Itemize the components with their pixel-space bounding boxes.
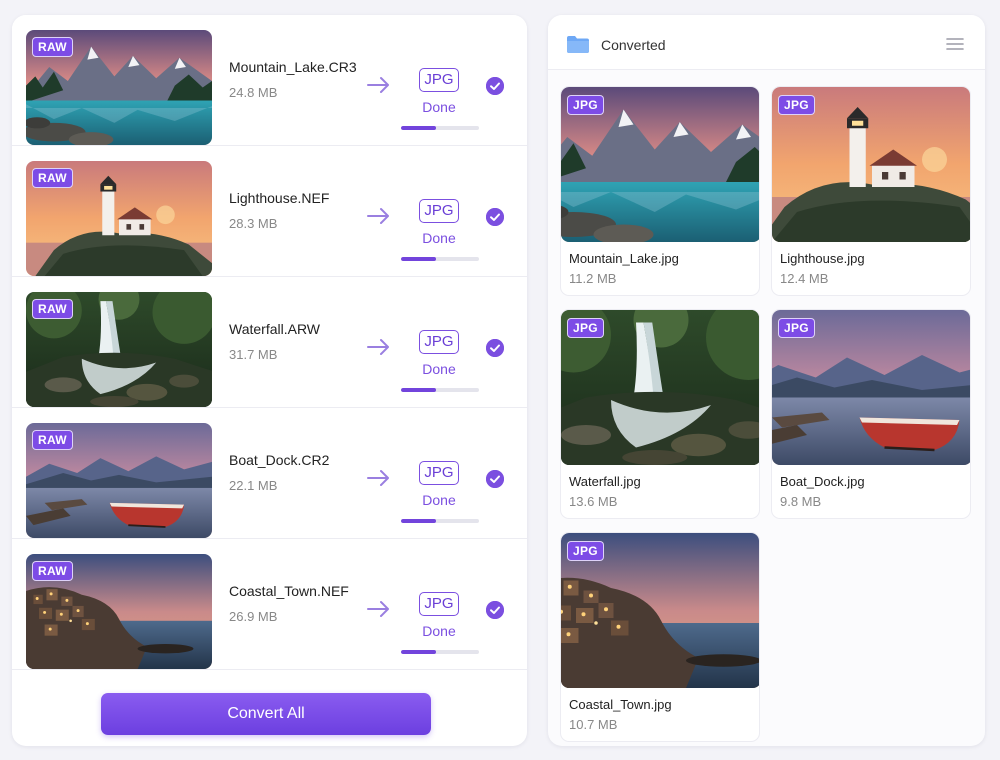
converted-card-boat-dock[interactable]: JPG Boat_Dock.jpg 9.8 MB [771,309,971,519]
arrow-right-icon [366,468,392,488]
converted-file-size: 10.7 MB [569,717,618,732]
check-circle-icon [486,470,504,488]
converted-file-size: 12.4 MB [780,271,829,286]
jpg-badge: JPG [567,95,604,115]
target-format-chip[interactable]: JPG [419,461,459,485]
arrow-right-icon [366,206,392,226]
convert-all-button[interactable]: Convert All [101,693,431,735]
raw-badge: RAW [32,430,73,450]
progress-bar [401,126,479,130]
jpg-badge: JPG [567,541,604,561]
converted-card-waterfall[interactable]: JPG Waterfall.jpg 13.6 MB [560,309,760,519]
source-file-name: Lighthouse.NEF [229,190,330,206]
source-thumbnail: RAW [26,292,212,407]
converted-panel: Converted JPG Mountain_Lake.jpg 11.2 MB … [548,15,985,746]
list-menu-icon[interactable] [946,37,964,51]
converted-file-name: Coastal_Town.jpg [569,697,672,712]
conversion-status: Done [422,361,456,377]
arrow-right-icon [366,337,392,357]
converted-file-size: 13.6 MB [569,494,618,509]
conversion-status: Done [422,492,456,508]
source-file-name: Boat_Dock.CR2 [229,452,330,468]
raw-badge: RAW [32,561,73,581]
converted-header: Converted [548,15,985,70]
panel-title: Converted [601,37,666,53]
progress-bar [401,519,479,523]
converted-file-name: Waterfall.jpg [569,474,641,489]
check-circle-icon [486,77,504,95]
progress-fill [401,650,437,654]
progress-bar [401,257,479,261]
source-file-name: Mountain_Lake.CR3 [229,59,357,75]
source-file-size: 22.1 MB [229,478,278,493]
source-file-size: 28.3 MB [229,216,278,231]
progress-bar [401,388,479,392]
converted-card-mountain-lake[interactable]: JPG Mountain_Lake.jpg 11.2 MB [560,86,760,296]
jpg-badge: JPG [778,318,815,338]
progress-fill [401,126,437,130]
jpg-badge: JPG [778,95,815,115]
raw-badge: RAW [32,37,73,57]
source-file-name: Waterfall.ARW [229,321,321,337]
check-circle-icon [486,339,504,357]
progress-fill [401,257,437,261]
source-file-size: 26.9 MB [229,609,278,624]
queue-row-boat-dock[interactable]: RAW Boat_Dock.CR2 22.1 MB JPG Done [12,408,527,539]
progress-bar [401,650,479,654]
source-thumbnail: RAW [26,423,212,538]
check-circle-icon [486,208,504,226]
folder-icon [567,36,589,53]
source-file-size: 31.7 MB [229,347,278,362]
arrow-right-icon [366,75,392,95]
target-format-chip[interactable]: JPG [419,330,459,354]
conversion-queue-panel: RAW Mountain_Lake.CR3 24.8 MB JPG Done R… [12,15,527,746]
source-file-size: 24.8 MB [229,85,278,100]
converted-file-size: 9.8 MB [780,494,822,509]
source-thumbnail: RAW [26,30,212,145]
raw-badge: RAW [32,299,73,319]
target-format-chip[interactable]: JPG [419,199,459,223]
converted-card-coastal-town[interactable]: JPG Coastal_Town.jpg 10.7 MB [560,532,760,742]
converted-file-name: Mountain_Lake.jpg [569,251,679,266]
jpg-badge: JPG [567,318,604,338]
progress-fill [401,519,437,523]
progress-fill [401,388,437,392]
converted-card-lighthouse[interactable]: JPG Lighthouse.jpg 12.4 MB [771,86,971,296]
source-thumbnail: RAW [26,554,212,669]
converted-file-size: 11.2 MB [569,271,617,286]
source-thumbnail: RAW [26,161,212,276]
check-circle-icon [486,601,504,619]
conversion-status: Done [422,230,456,246]
converted-file-name: Boat_Dock.jpg [780,474,865,489]
queue-row-coastal-town[interactable]: RAW Coastal_Town.NEF 26.9 MB JPG Done [12,539,527,670]
conversion-status: Done [422,623,456,639]
target-format-chip[interactable]: JPG [419,592,459,616]
queue-row-mountain-lake[interactable]: RAW Mountain_Lake.CR3 24.8 MB JPG Done [12,15,527,146]
converted-file-name: Lighthouse.jpg [780,251,865,266]
queue-row-lighthouse[interactable]: RAW Lighthouse.NEF 28.3 MB JPG Done [12,146,527,277]
conversion-status: Done [422,99,456,115]
target-format-chip[interactable]: JPG [419,68,459,92]
raw-badge: RAW [32,168,73,188]
queue-row-waterfall[interactable]: RAW Waterfall.ARW 31.7 MB JPG Done [12,277,527,408]
source-file-name: Coastal_Town.NEF [229,583,349,599]
arrow-right-icon [366,599,392,619]
